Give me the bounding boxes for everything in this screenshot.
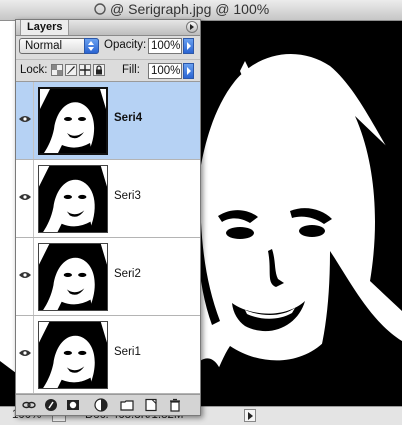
lock-image-brush-icon[interactable] xyxy=(65,64,77,76)
lock-transparency-icon[interactable] xyxy=(51,64,63,76)
lock-options-row: Lock: Fill: 100% xyxy=(16,59,200,82)
opacity-slider-arrow-icon[interactable] xyxy=(183,38,194,54)
lock-label: Lock: xyxy=(20,64,48,76)
layers-panel: Layers Normal Opacity: 100% Lock: Fill: … xyxy=(15,19,201,416)
eye-icon xyxy=(19,350,31,356)
fill-input[interactable]: 100% xyxy=(148,63,182,79)
panel-menu-icon[interactable] xyxy=(186,21,198,33)
visibility-toggle[interactable] xyxy=(16,82,34,159)
document-title: @ Serigraph.jpg @ 100% xyxy=(110,1,270,17)
blend-options-row: Normal Opacity: 100% xyxy=(16,36,200,58)
status-menu-arrow-icon[interactable] xyxy=(244,409,256,422)
document-titlebar[interactable]: @ Serigraph.jpg @ 100% xyxy=(0,0,402,21)
layer-row[interactable]: Seri2 xyxy=(16,238,200,316)
fill-label: Fill: xyxy=(122,64,140,76)
tab-layers[interactable]: Layers xyxy=(20,20,70,35)
layer-row[interactable]: Seri3 xyxy=(16,160,200,238)
panel-tab-bar: Layers xyxy=(16,20,200,36)
blend-mode-value: Normal xyxy=(25,40,63,52)
mask-icon[interactable] xyxy=(66,398,80,412)
adjustment-layer-icon[interactable] xyxy=(94,398,108,412)
new-group-icon[interactable] xyxy=(120,398,134,412)
blend-mode-select[interactable]: Normal xyxy=(19,38,99,54)
eye-icon xyxy=(19,116,31,122)
lock-all-padlock-icon[interactable] xyxy=(93,64,105,76)
layer-name: Seri3 xyxy=(114,190,141,202)
layer-name: Seri1 xyxy=(114,346,141,358)
link-icon[interactable] xyxy=(22,398,36,412)
fill-slider-arrow-icon[interactable] xyxy=(183,63,194,79)
visibility-toggle[interactable] xyxy=(16,160,34,237)
document-proxy-icon xyxy=(94,3,106,15)
layer-row[interactable]: Seri4 xyxy=(16,82,200,160)
visibility-toggle[interactable] xyxy=(16,316,34,393)
visibility-toggle[interactable] xyxy=(16,238,34,315)
new-layer-icon[interactable] xyxy=(144,398,158,412)
layer-thumbnail xyxy=(38,243,108,311)
eye-icon xyxy=(19,272,31,278)
layer-thumbnail xyxy=(38,165,108,233)
select-arrows-icon xyxy=(84,38,99,54)
layer-thumbnail xyxy=(38,321,108,389)
layer-list: Seri4 Seri3 Seri2 Seri1 xyxy=(16,81,200,394)
layer-name: Seri4 xyxy=(114,112,143,124)
lock-position-move-icon[interactable] xyxy=(79,64,91,76)
eye-icon xyxy=(19,194,31,200)
opacity-label: Opacity: xyxy=(104,39,147,51)
layer-row[interactable]: Seri1 xyxy=(16,316,200,394)
opacity-input[interactable]: 100% xyxy=(148,38,182,54)
layers-footer-toolbar xyxy=(16,394,200,415)
trash-icon[interactable] xyxy=(168,398,182,412)
layer-thumbnail xyxy=(38,87,108,155)
layer-name: Seri2 xyxy=(114,268,141,280)
layer-style-icon[interactable] xyxy=(44,398,58,412)
